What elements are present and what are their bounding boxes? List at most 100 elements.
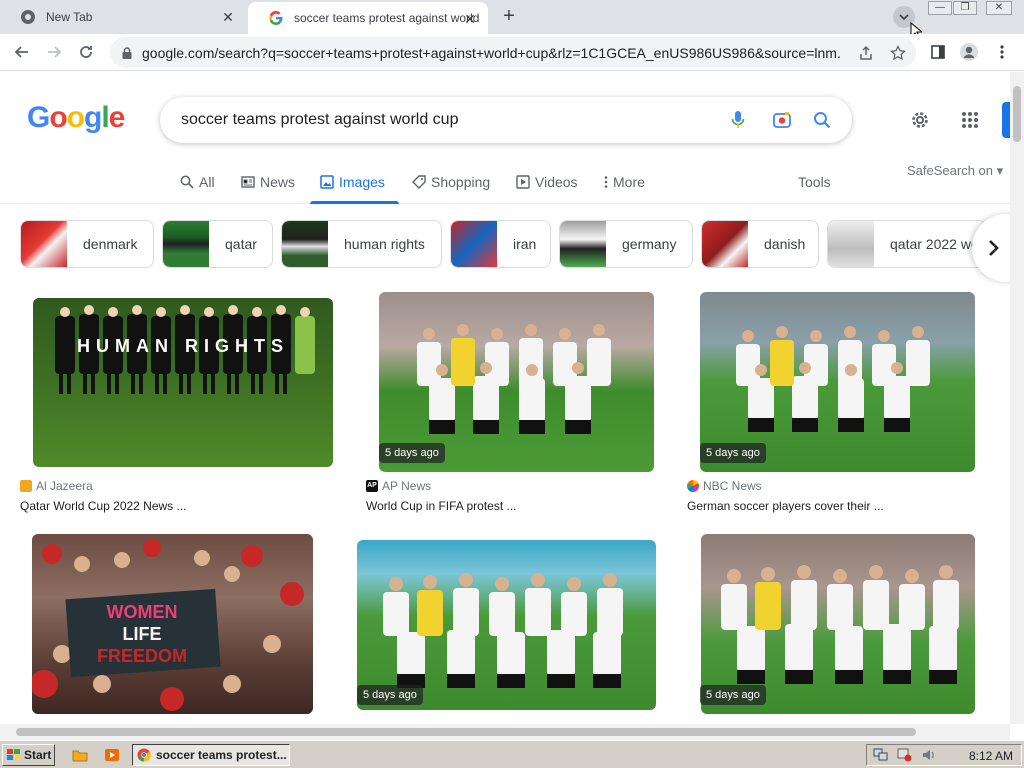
- tab-label: News: [260, 174, 296, 190]
- result-source[interactable]: Al Jazeera: [20, 479, 93, 493]
- forward-button[interactable]: [44, 42, 64, 62]
- browser-toolbar: google.com/search?q=soccer+teams+protest…: [0, 34, 1024, 71]
- more-vert-icon: [604, 176, 608, 188]
- tab-more[interactable]: More: [604, 172, 645, 192]
- banner-line-women: WOMEN: [107, 602, 178, 622]
- start-label: Start: [24, 748, 52, 762]
- nbc-logo-icon: [687, 480, 699, 492]
- tab-label: Images: [339, 174, 385, 190]
- play-icon: [516, 175, 530, 189]
- vertical-scrollbar[interactable]: [1010, 72, 1024, 724]
- horizontal-scrollbar[interactable]: [0, 724, 1010, 740]
- search-query[interactable]: soccer teams protest against world cup: [181, 111, 458, 129]
- profile-icon: [960, 43, 978, 61]
- new-tab-button[interactable]: +: [498, 6, 520, 28]
- date-badge: 5 days ago: [700, 685, 766, 705]
- microphone-icon: [731, 111, 745, 128]
- chevron-down-icon: [899, 14, 909, 21]
- tab-strip: New Tab ✕ soccer teams protest against w…: [0, 0, 1024, 40]
- chip-label: human rights: [344, 236, 425, 252]
- chip-thumbnail: [702, 221, 748, 267]
- team-photo-image: HUMAN RIGHTS: [55, 305, 315, 394]
- chip-qatar[interactable]: qatar: [162, 220, 273, 268]
- bookmark-button[interactable]: [888, 43, 908, 63]
- result-image[interactable]: HUMAN RIGHTS: [33, 298, 333, 467]
- chip-qatar-2022[interactable]: qatar 2022 wo: [827, 220, 987, 268]
- network-icon[interactable]: [873, 748, 889, 762]
- tab-title: New Tab: [46, 10, 93, 24]
- profile-button[interactable]: [959, 42, 979, 62]
- reload-button[interactable]: [76, 42, 96, 62]
- tab-label: More: [613, 174, 645, 190]
- volume-icon[interactable]: [921, 748, 937, 762]
- chip-label: qatar: [225, 236, 257, 252]
- browser-menu-button[interactable]: [992, 42, 1012, 62]
- close-window-button[interactable]: ✕: [986, 1, 1012, 15]
- gear-icon: [912, 112, 928, 128]
- tab-all[interactable]: All: [180, 172, 215, 192]
- chip-human-rights[interactable]: human rights: [281, 220, 442, 268]
- tab-label: Shopping: [431, 174, 491, 190]
- folder-icon: [72, 750, 88, 762]
- banner-line-freedom: FREEDOM: [97, 646, 187, 666]
- result-title[interactable]: Qatar World Cup 2022 News ...: [20, 499, 187, 513]
- chip-label: iran: [513, 236, 537, 252]
- back-button[interactable]: [12, 42, 32, 62]
- tag-icon: [412, 175, 426, 189]
- google-logo[interactable]: Google: [27, 101, 125, 135]
- chip-germany[interactable]: germany: [559, 220, 693, 268]
- maximize-button[interactable]: ❐: [953, 1, 977, 15]
- settings-button[interactable]: [908, 108, 932, 132]
- tab-search-results[interactable]: soccer teams protest against world ✕: [248, 2, 488, 34]
- tab-videos[interactable]: Videos: [516, 172, 578, 192]
- aljazeera-logo-icon: [20, 480, 32, 492]
- search-icon: [180, 175, 194, 189]
- security-alert-icon[interactable]: [897, 748, 913, 762]
- tab-new-tab[interactable]: New Tab ✕: [0, 0, 246, 34]
- share-button[interactable]: [856, 43, 876, 63]
- sign-in-button[interactable]: [1002, 102, 1010, 138]
- windows-taskbar: Start soccer teams protest... 8:12 AM: [0, 740, 1024, 768]
- result-title[interactable]: German soccer players cover their ...: [687, 499, 884, 513]
- source-name: Al Jazeera: [36, 479, 93, 493]
- minimize-button[interactable]: —: [928, 1, 952, 15]
- result-source[interactable]: NBC News: [687, 479, 762, 493]
- scrollbar-thumb[interactable]: [16, 728, 916, 736]
- google-apps-button[interactable]: [958, 108, 982, 132]
- chip-thumbnail: [560, 221, 606, 267]
- result-source[interactable]: AP AP News: [366, 479, 431, 493]
- chip-thumbnail: [828, 221, 874, 267]
- source-name: NBC News: [703, 479, 762, 493]
- media-quicklaunch[interactable]: [104, 747, 120, 768]
- chip-thumbnail: [21, 221, 67, 267]
- tab-news[interactable]: News: [241, 172, 295, 192]
- date-badge: 5 days ago: [700, 443, 766, 463]
- start-button[interactable]: Start: [2, 744, 55, 766]
- search-icon: [814, 112, 831, 129]
- tab-images[interactable]: Images: [320, 172, 385, 192]
- close-tab-icon[interactable]: ✕: [220, 9, 236, 25]
- chip-label: qatar 2022 wo: [890, 236, 979, 252]
- chip-iran[interactable]: iran: [450, 220, 551, 268]
- result-title[interactable]: World Cup in FIFA protest ...: [366, 499, 517, 513]
- search-box[interactable]: soccer teams protest against world cup: [160, 97, 852, 143]
- chip-label: denmark: [83, 236, 138, 252]
- chip-thumbnail: [282, 221, 328, 267]
- close-tab-icon[interactable]: ✕: [462, 11, 478, 27]
- explorer-quicklaunch[interactable]: [72, 747, 88, 768]
- chip-denmark[interactable]: denmark: [20, 220, 154, 268]
- taskbar-chrome-window[interactable]: soccer teams protest...: [132, 744, 290, 766]
- result-image[interactable]: WOMEN LIFE FREEDOM: [32, 534, 313, 714]
- url-text: google.com/search?q=soccer+teams+protest…: [142, 44, 842, 61]
- tab-shopping[interactable]: Shopping: [412, 172, 490, 192]
- side-panel-button[interactable]: [928, 42, 948, 62]
- scrollbar-thumb[interactable]: [1013, 86, 1021, 142]
- chip-danish[interactable]: danish: [701, 220, 819, 268]
- source-name: AP News: [382, 479, 432, 493]
- lens-search-button[interactable]: [771, 109, 793, 131]
- address-bar[interactable]: google.com/search?q=soccer+teams+protest…: [110, 37, 916, 68]
- search-submit-button[interactable]: [811, 109, 833, 131]
- tools-button[interactable]: Tools: [798, 174, 831, 190]
- voice-search-button[interactable]: [727, 109, 749, 131]
- safesearch-toggle[interactable]: SafeSearch on ▾: [907, 163, 1003, 179]
